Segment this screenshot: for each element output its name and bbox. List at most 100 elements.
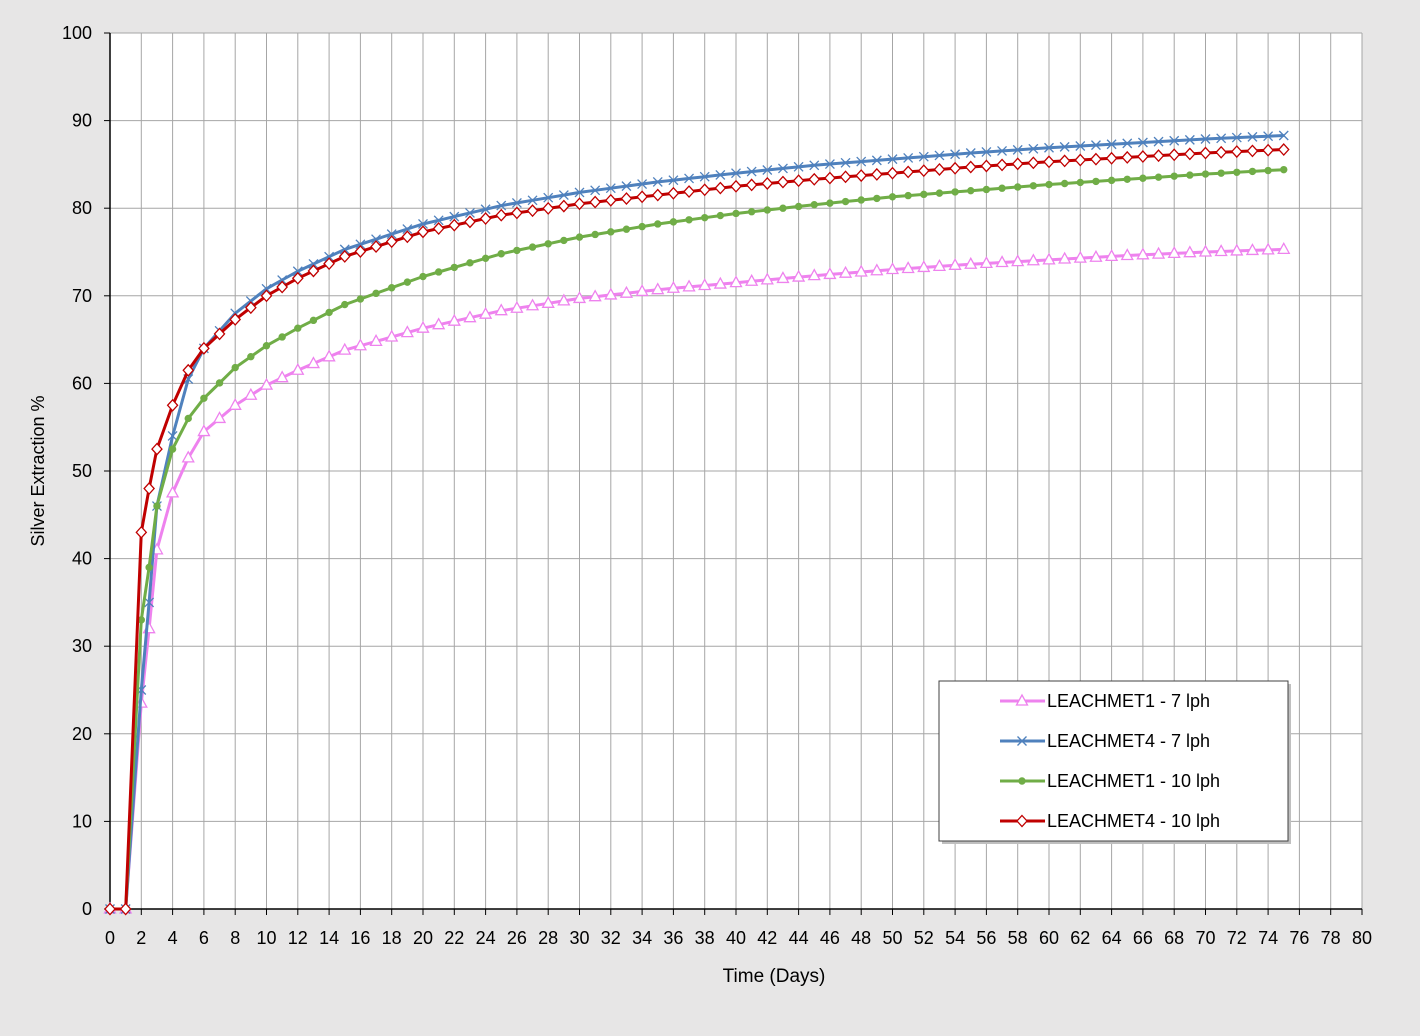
x-tick-label: 80: [1352, 928, 1372, 948]
data-point: [779, 204, 787, 212]
x-tick-label: 54: [945, 928, 965, 948]
data-point: [278, 333, 286, 341]
data-point: [528, 243, 537, 251]
x-tick-label: 48: [851, 928, 871, 948]
data-point: [1092, 177, 1100, 186]
x-tick-label: 46: [820, 928, 840, 948]
x-tick-label: 0: [105, 928, 115, 948]
y-tick-label: 0: [82, 899, 92, 919]
x-tick-label: 50: [882, 928, 902, 948]
data-point: [1045, 180, 1053, 189]
data-point: [341, 300, 349, 309]
x-tick-label: 2: [136, 928, 146, 948]
x-tick-label: 38: [695, 928, 715, 948]
data-point: [967, 186, 975, 195]
x-tick-label: 76: [1289, 928, 1309, 948]
x-axis-title: Time (Days): [723, 966, 826, 987]
data-point: [215, 379, 224, 387]
x-tick-label: 72: [1227, 928, 1247, 948]
data-point: [1123, 175, 1131, 183]
data-point: [888, 193, 897, 201]
data-point: [998, 184, 1006, 192]
data-point: [607, 228, 615, 236]
data-point: [466, 259, 474, 267]
x-tick-label: 34: [632, 928, 652, 948]
y-tick-label: 10: [72, 811, 92, 831]
legend-label: LEACHMET1 - 7 lph: [1047, 691, 1210, 711]
x-tick-label: 66: [1133, 928, 1153, 948]
legend: LEACHMET1 - 7 lph LEACHMET4 - 7 lph LEACHM…: [938, 680, 1291, 844]
y-tick-label: 100: [62, 23, 92, 43]
data-point: [153, 502, 161, 510]
x-tick-label: 74: [1258, 928, 1278, 948]
x-tick-label: 64: [1102, 928, 1122, 948]
data-point: [145, 563, 153, 572]
data-point: [951, 188, 959, 196]
data-point: [1280, 165, 1288, 174]
data-point: [935, 189, 944, 197]
x-tick-label: 12: [288, 928, 308, 948]
legend-marker: [1018, 777, 1026, 785]
data-point: [575, 233, 584, 241]
data-point: [857, 196, 865, 204]
x-tick-label: 44: [789, 928, 809, 948]
data-point: [450, 263, 458, 272]
data-point: [1154, 173, 1163, 181]
x-tick-label: 40: [726, 928, 746, 948]
data-point: [231, 363, 239, 372]
x-tick-label: 30: [569, 928, 589, 948]
x-tick-label: 4: [168, 928, 178, 948]
data-point: [920, 190, 928, 199]
data-point: [685, 216, 693, 224]
x-tick-label: 8: [230, 928, 240, 948]
data-point: [873, 194, 881, 203]
x-tick-label: 42: [757, 928, 777, 948]
data-point: [403, 278, 412, 286]
data-point: [388, 284, 396, 292]
x-tick-label: 20: [413, 928, 433, 948]
x-tick-label: 62: [1070, 928, 1090, 948]
data-point: [1139, 174, 1147, 182]
data-point: [826, 199, 834, 207]
x-tick-label: 32: [601, 928, 621, 948]
data-point: [701, 213, 709, 222]
data-point: [497, 250, 505, 258]
data-point: [1233, 168, 1241, 176]
y-tick-label: 90: [72, 111, 92, 131]
data-point: [372, 289, 380, 298]
data-point: [1264, 166, 1272, 175]
x-tick-label: 36: [663, 928, 683, 948]
y-tick-label: 20: [72, 724, 92, 744]
x-tick-label: 28: [538, 928, 558, 948]
data-point: [544, 240, 552, 248]
data-point: [1029, 182, 1038, 190]
x-tick-label: 56: [976, 928, 996, 948]
data-point: [309, 316, 318, 325]
y-tick-label: 70: [72, 286, 92, 306]
data-point: [732, 209, 740, 218]
legend-label: LEACHMET4 - 10 lph: [1047, 811, 1220, 831]
legend-label: LEACHMET4 - 7 lph: [1047, 731, 1210, 751]
x-tick-label: 24: [476, 928, 496, 948]
y-axis-title: Silver Extraction %: [28, 395, 48, 546]
data-point: [1076, 178, 1085, 187]
y-tick-label: 50: [72, 461, 92, 481]
x-tick-label: 58: [1008, 928, 1028, 948]
data-point: [1014, 183, 1022, 191]
y-tick-label: 80: [72, 198, 92, 218]
data-point: [638, 222, 646, 231]
data-point: [1186, 171, 1194, 179]
data-point: [513, 246, 521, 255]
data-point: [200, 394, 208, 402]
data-point: [356, 295, 365, 303]
data-point: [669, 218, 678, 226]
data-point: [1201, 170, 1210, 178]
y-tick-label: 40: [72, 549, 92, 569]
x-tick-label: 18: [382, 928, 402, 948]
data-point: [1217, 169, 1225, 177]
data-point: [841, 197, 850, 206]
data-point: [654, 220, 662, 228]
y-tick-label: 60: [72, 373, 92, 393]
data-point: [763, 206, 771, 214]
x-tick-label: 78: [1321, 928, 1341, 948]
